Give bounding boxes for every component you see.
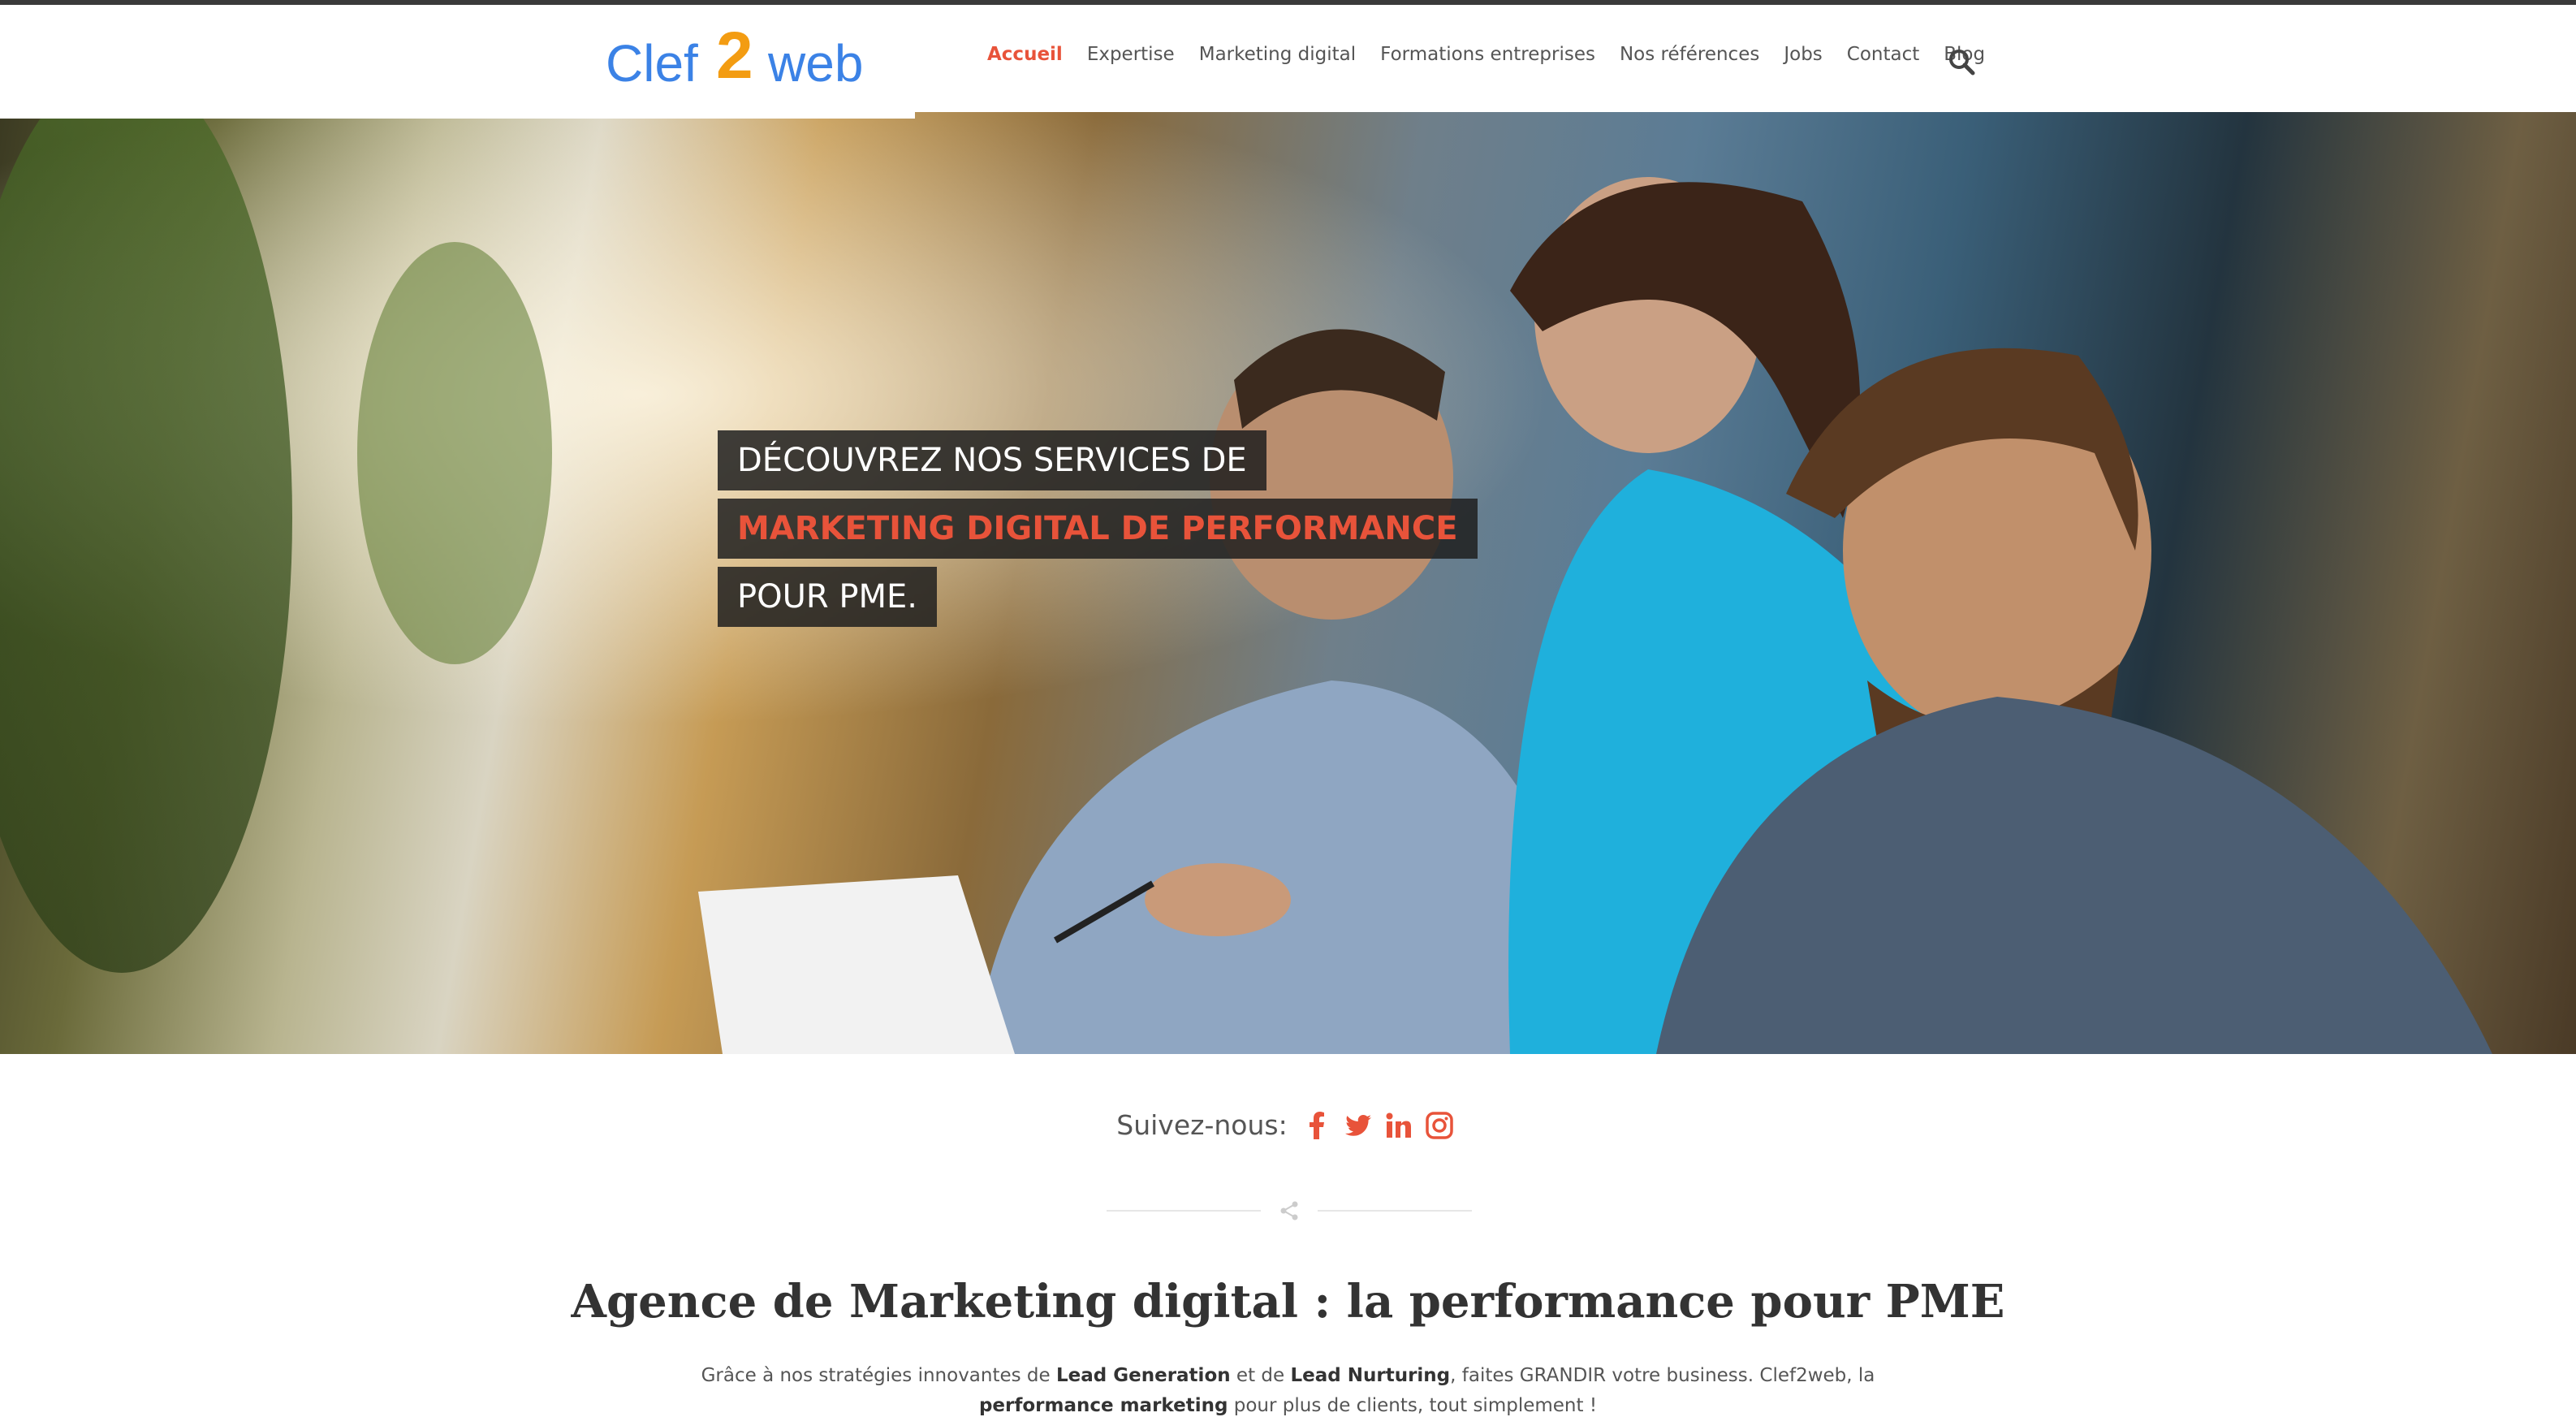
hero-banner: DÉCOUVREZ NOS SERVICES DE MARKETING DIGI… (0, 112, 2576, 1054)
intro-text-1: Grâce à nos stratégies innovantes de (701, 1365, 1056, 1386)
hero-line-1: DÉCOUVREZ NOS SERVICES DE (718, 430, 1266, 490)
section-intro: Grâce à nos stratégies innovantes de Lea… (698, 1361, 1878, 1417)
logo-part1: Clef (606, 34, 698, 93)
site-logo[interactable]: Clef 2 web (606, 24, 882, 97)
nav-item-nos-references[interactable]: Nos références (1620, 44, 1759, 65)
intro-bold-2: Lead Nurturing (1290, 1365, 1451, 1386)
share-icon (1279, 1200, 1300, 1221)
site-header: Clef 2 web Accueil Expertise Marketing d… (0, 5, 2576, 112)
search-icon (1949, 50, 1975, 76)
facebook-icon[interactable] (1304, 1111, 1331, 1139)
search-button[interactable] (1947, 47, 1976, 76)
nav-item-jobs[interactable]: Jobs (1784, 44, 1822, 65)
logo-part2: 2 (716, 24, 753, 93)
title-post: : la performance pour PME (1298, 1275, 2005, 1328)
intro-bold-3: performance marketing (978, 1395, 1228, 1416)
divider-line-left (1107, 1210, 1261, 1212)
main-nav: Accueil Expertise Marketing digital Form… (987, 44, 2009, 65)
social-links: Suivez-nous: (0, 1109, 2576, 1141)
title-bold: Marketing digital (849, 1275, 1298, 1328)
intro-text-2: et de (1230, 1365, 1291, 1386)
nav-item-formations-entreprises[interactable]: Formations entreprises (1380, 44, 1595, 65)
nav-item-contact[interactable]: Contact (1847, 44, 1919, 65)
clef2web-logo: Clef 2 web (606, 24, 863, 93)
hero-headline: DÉCOUVREZ NOS SERVICES DE MARKETING DIGI… (718, 430, 1478, 635)
divider-line-right (1318, 1210, 1472, 1212)
logo-notch (0, 112, 915, 119)
intro-text-3: , faites GRANDIR votre business. Clef2we… (1450, 1365, 1875, 1386)
section-divider (1107, 1201, 1472, 1220)
intro-bold-1: Lead Generation (1056, 1365, 1231, 1386)
nav-item-marketing-digital[interactable]: Marketing digital (1199, 44, 1356, 65)
nav-item-accueil[interactable]: Accueil (987, 44, 1063, 65)
hero-line-3: POUR PME. (718, 567, 938, 627)
twitter-icon[interactable] (1344, 1112, 1372, 1139)
nav-item-expertise[interactable]: Expertise (1087, 44, 1175, 65)
title-pre: Agence de (571, 1275, 849, 1328)
instagram-icon[interactable] (1425, 1111, 1453, 1139)
intro-text-4: pour plus de clients, tout simplement ! (1228, 1395, 1598, 1416)
linkedin-icon[interactable] (1385, 1112, 1413, 1139)
hero-line-2: MARKETING DIGITAL DE PERFORMANCE (718, 499, 1478, 559)
social-label: Suivez-nous: (1116, 1109, 1288, 1141)
section-title: Agence de Marketing digital : la perform… (0, 1275, 2576, 1328)
logo-part3: web (767, 34, 863, 93)
